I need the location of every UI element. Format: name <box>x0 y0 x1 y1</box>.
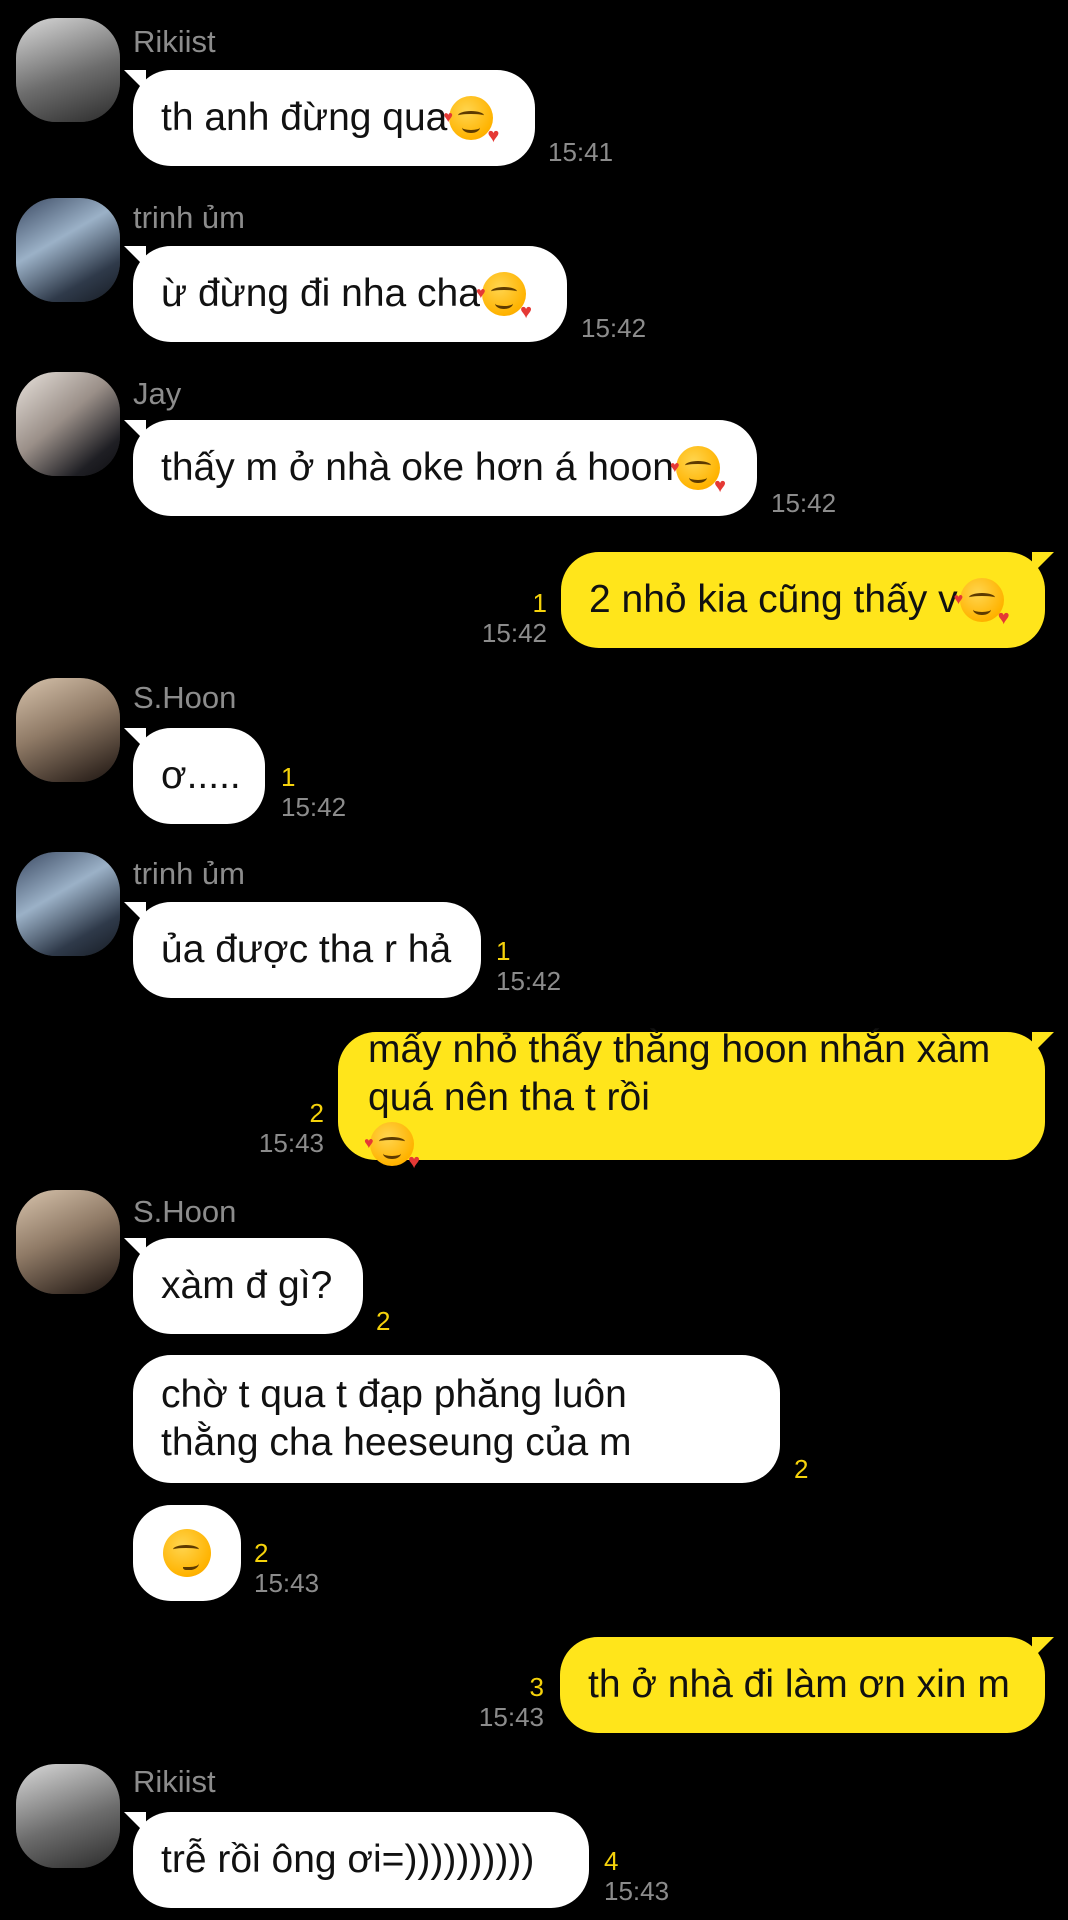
message-meta: 1 15:42 <box>281 762 346 822</box>
message-text-line-1: chờ t qua t đạp phăng luôn <box>161 1373 627 1416</box>
message-meta: 15:42 <box>771 488 836 518</box>
message-text: th ở nhà đi làm ơn xin m <box>588 1663 1010 1706</box>
message-bubble[interactable]: chờ t qua t đạp phăng luôn thằng cha hee… <box>133 1355 780 1483</box>
message-meta: 2 15:43 <box>254 1538 319 1598</box>
sender-name: S.Hoon <box>133 1194 237 1229</box>
avatar-s-hoon[interactable] <box>16 678 120 782</box>
smirking-face-emoji <box>163 1529 211 1577</box>
sender-name: trinh ủm <box>133 200 245 235</box>
message-text: th anh đừng qua <box>161 96 448 139</box>
message-meta: 3 15:43 <box>479 1672 544 1732</box>
unread-count: 1 <box>496 936 511 966</box>
message-time: 15:43 <box>254 1568 320 1598</box>
message-bubble[interactable]: th anh đừng qua <box>124 70 535 166</box>
message-bubble[interactable]: ủa được tha r hả <box>124 902 481 998</box>
message-text: trễ rồi ông ơi=)))))))))) <box>161 1838 535 1881</box>
smiling-face-with-hearts-emoji <box>954 578 1010 628</box>
sender-name: Rikiist <box>133 1764 216 1799</box>
message-bubble[interactable] <box>133 1505 241 1601</box>
message-meta: 2 <box>376 1306 390 1336</box>
message-text: ơ..... <box>161 754 241 797</box>
avatar-rikiist[interactable] <box>16 1764 120 1868</box>
message-time: 15:42 <box>581 313 647 343</box>
message-meta: 2 <box>794 1454 808 1484</box>
message-bubble[interactable]: thấy m ở nhà oke hơn á hoon <box>124 420 757 516</box>
message-meta: 15:41 <box>548 137 613 167</box>
message-bubble[interactable]: 2 nhỏ kia cũng thấy v <box>561 552 1054 648</box>
avatar-jay[interactable] <box>16 372 120 476</box>
message-bubble[interactable]: mấy nhỏ thấy thằng hoon nhắn xàm quá nên… <box>338 1028 1054 1172</box>
message-time: 15:41 <box>548 137 614 167</box>
unread-count: 2 <box>794 1454 809 1484</box>
message-time: 15:42 <box>281 792 347 822</box>
message-meta: 1 15:42 <box>482 588 547 648</box>
unread-count: 3 <box>529 1672 544 1702</box>
message-bubble[interactable]: trễ rồi ông ơi=)))))))))) <box>124 1812 589 1908</box>
message-time: 15:42 <box>771 488 837 518</box>
message-bubble[interactable]: ừ đừng đi nha cha <box>124 246 567 342</box>
unread-count: 1 <box>281 762 296 792</box>
message-meta: 15:42 <box>581 313 646 343</box>
message-bubble[interactable]: ơ..... <box>124 728 265 824</box>
message-meta: 1 15:42 <box>496 936 561 996</box>
sender-name: Rikiist <box>133 24 216 59</box>
message-text: ủa được tha r hả <box>161 928 452 971</box>
message-time: 15:43 <box>478 1702 544 1732</box>
message-meta: 2 15:43 <box>259 1098 324 1158</box>
unread-count: 2 <box>309 1098 324 1128</box>
smiling-face-with-hearts-emoji <box>364 1122 420 1172</box>
message-text-line-1: mấy nhỏ thấy thằng hoon nhắn xàm <box>368 1028 991 1071</box>
avatar-trinh-um[interactable] <box>16 852 120 956</box>
message-time: 15:43 <box>604 1876 670 1906</box>
smiling-face-with-hearts-emoji <box>443 96 499 146</box>
message-time: 15:42 <box>481 618 547 648</box>
message-text-line-2: quá nên tha t rồi <box>364 1074 650 1172</box>
sender-name: Jay <box>133 376 182 411</box>
avatar-rikiist[interactable] <box>16 18 120 122</box>
smiling-face-with-hearts-emoji <box>670 446 726 496</box>
message-time: 15:42 <box>496 966 562 996</box>
unread-count: 2 <box>376 1306 391 1336</box>
sender-name: trinh ủm <box>133 856 245 891</box>
message-bubble[interactable]: th ở nhà đi làm ơn xin m <box>560 1637 1054 1733</box>
sender-name: S.Hoon <box>133 680 237 715</box>
message-text: xàm đ gì? <box>161 1264 333 1307</box>
unread-count: 1 <box>532 588 547 618</box>
message-meta: 4 15:43 <box>604 1846 669 1906</box>
message-text: thấy m ở nhà oke hơn á hoon <box>161 446 674 489</box>
message-time: 15:43 <box>258 1128 324 1158</box>
smiling-face-with-hearts-emoji <box>476 272 532 322</box>
message-text-line-2: thằng cha heeseung của m <box>161 1421 632 1464</box>
message-bubble[interactable]: xàm đ gì? <box>124 1238 363 1334</box>
avatar-s-hoon[interactable] <box>16 1190 120 1294</box>
unread-count: 2 <box>254 1538 269 1568</box>
message-text: ừ đừng đi nha cha <box>161 272 480 315</box>
message-text: 2 nhỏ kia cũng thấy v <box>589 578 958 621</box>
avatar-trinh-um[interactable] <box>16 198 120 302</box>
unread-count: 4 <box>604 1846 619 1876</box>
